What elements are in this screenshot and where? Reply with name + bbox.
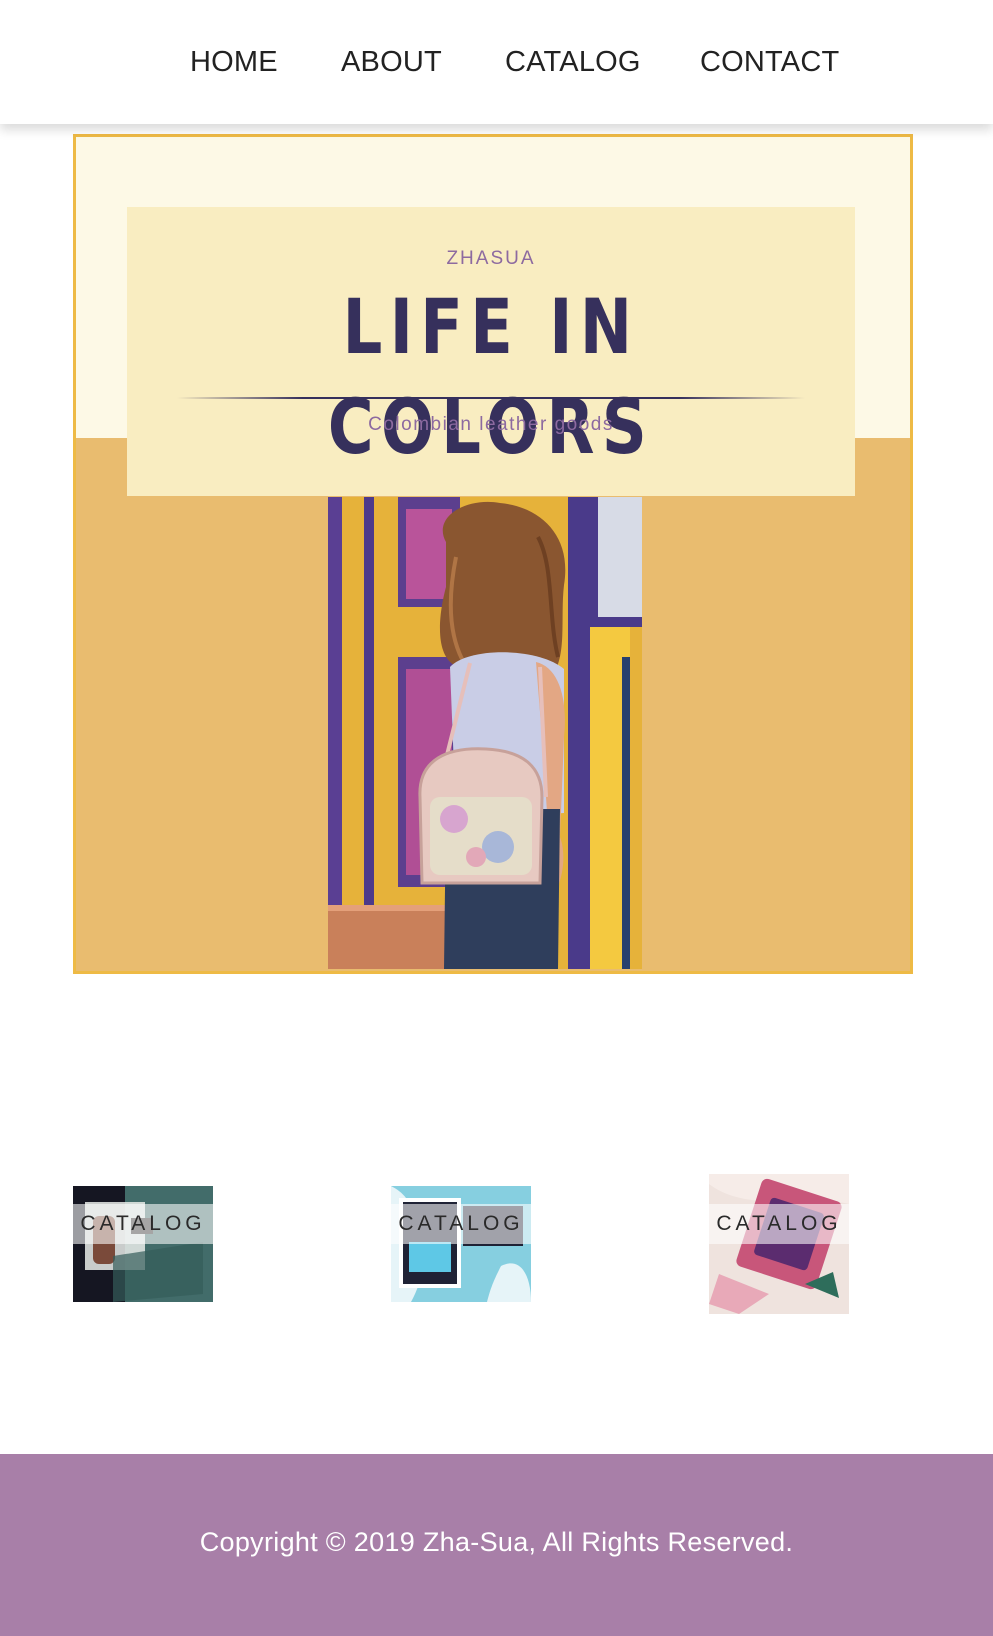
catalog-tile-label: CATALOG <box>73 1204 213 1244</box>
catalog-thumbnail-3 <box>709 1174 849 1314</box>
hero-banner: ZHASUA LIFE IN COLORS Colombian leather … <box>73 134 913 974</box>
brand-name: ZHASUA <box>446 248 536 269</box>
copyright-text: Copyright © 2019 Zha-Sua, All Rights Res… <box>199 1527 794 1557</box>
hero-title-card: ZHASUA LIFE IN COLORS Colombian leather … <box>127 207 855 496</box>
top-navigation: HOME ABOUT CATALOG CONTACT <box>0 0 993 124</box>
catalog-tile-2[interactable]: CATALOG <box>391 1186 531 1302</box>
hero-photo <box>328 497 642 969</box>
catalog-tile-3[interactable]: CATALOG <box>709 1174 849 1314</box>
hero-subtitle: Colombian leather goods <box>368 414 614 435</box>
footer: Copyright © 2019 Zha-Sua, All Rights Res… <box>0 1454 993 1636</box>
nav-link-catalog[interactable]: CATALOG <box>505 46 641 79</box>
catalog-tile-label: CATALOG <box>391 1204 531 1244</box>
nav-link-contact[interactable]: CONTACT <box>700 46 839 79</box>
nav-link-about[interactable]: ABOUT <box>341 46 442 79</box>
hero-divider <box>177 397 805 399</box>
catalog-tile-1[interactable]: CATALOG <box>73 1186 213 1302</box>
hero-title: LIFE IN COLORS <box>327 282 655 471</box>
catalog-tile-label: CATALOG <box>709 1204 849 1244</box>
nav-link-home[interactable]: HOME <box>190 46 278 79</box>
